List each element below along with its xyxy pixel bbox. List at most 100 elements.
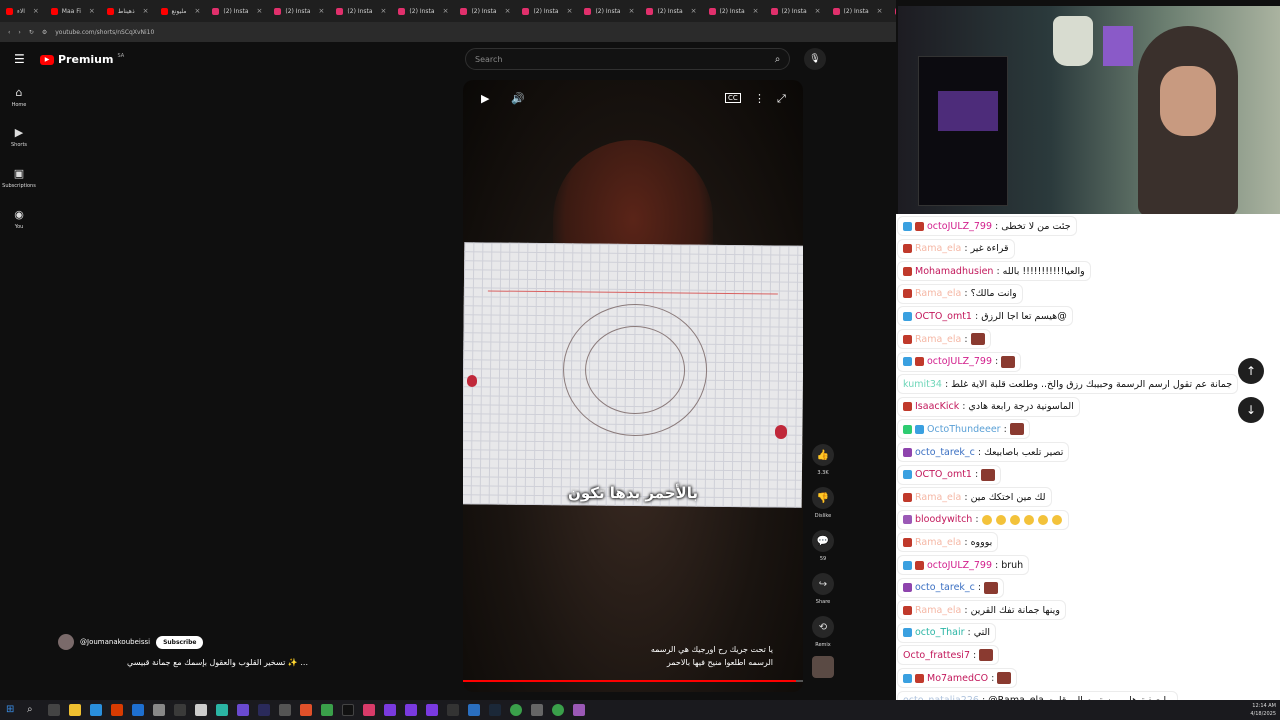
browser-tab[interactable]: Maa Fi × [45, 0, 101, 22]
app-icon[interactable] [468, 704, 480, 716]
chat-username[interactable]: IsaacKick [915, 401, 959, 412]
edge-icon[interactable] [90, 704, 102, 716]
chat-username[interactable]: octo_tarek_c [915, 447, 975, 458]
chat-username[interactable]: Rama_ela [915, 492, 961, 503]
taskbar-search-icon[interactable]: ⌕ [27, 704, 39, 716]
play-icon[interactable]: ▶ [481, 92, 489, 105]
search-input[interactable]: Search [465, 48, 790, 70]
nav-item-shorts[interactable]: ▶ Shorts [0, 126, 38, 148]
short-video-player[interactable]: بالأحمر بدها تكون ▶ 🔊 CC ⋮ ⤢ يا تحت جريك… [463, 80, 803, 692]
captions-icon[interactable]: CC [725, 93, 741, 103]
forward-icon[interactable]: › [18, 29, 20, 36]
chat-username[interactable]: octo_tarek_c [915, 582, 975, 593]
browser-tab[interactable]: (2) Insta× [516, 0, 578, 22]
url-text[interactable]: youtube.com/shorts/nSCqXvNi10 [55, 29, 154, 36]
back-icon[interactable]: ‹ [8, 29, 10, 36]
reload-icon[interactable]: ↻ [29, 29, 34, 36]
scroll-up-button[interactable]: ↑ [1238, 358, 1264, 384]
app-icon[interactable] [279, 704, 291, 716]
tab-close-icon[interactable]: × [257, 7, 263, 15]
chat-username[interactable]: Rama_ela [915, 243, 961, 254]
chat-username[interactable]: bloodywitch [915, 514, 972, 525]
tab-close-icon[interactable]: × [691, 7, 697, 15]
windows-start-icon[interactable]: ⊞ [6, 704, 18, 716]
tab-close-icon[interactable]: × [629, 7, 635, 15]
chat-username[interactable]: Rama_ela [915, 537, 961, 548]
app-icon[interactable] [531, 704, 543, 716]
remix-button[interactable]: ⟲ Remix [810, 616, 836, 648]
chat-username[interactable]: OCTO_omt1 [915, 311, 972, 322]
app-icon[interactable] [195, 704, 207, 716]
chat-username[interactable]: OCTO_omt1 [915, 469, 972, 480]
app-icon[interactable] [237, 704, 249, 716]
nav-item-subscriptions[interactable]: ▣ Subscriptions [0, 167, 38, 189]
office-icon[interactable] [111, 704, 123, 716]
app-icon[interactable] [216, 704, 228, 716]
app-icon[interactable] [405, 704, 417, 716]
tab-close-icon[interactable]: × [505, 7, 511, 15]
app-icon[interactable] [447, 704, 459, 716]
mic-icon[interactable]: 🎙 [804, 48, 826, 70]
app-icon[interactable] [153, 704, 165, 716]
chat-username[interactable]: Mohamadhusien [915, 266, 993, 277]
comments-button[interactable]: 💬 59 [810, 530, 836, 562]
app-icon[interactable] [300, 704, 312, 716]
volume-icon[interactable]: 🔊 [511, 92, 525, 105]
fullscreen-icon[interactable]: ⤢ [777, 92, 786, 106]
tiktok-icon[interactable] [342, 704, 354, 716]
chat-username[interactable]: octoJULZ_799 [927, 560, 992, 571]
browser-tab[interactable]: (2) Insta× [392, 0, 454, 22]
task-view-icon[interactable] [48, 704, 60, 716]
premiere-icon[interactable] [258, 704, 270, 716]
tab-close-icon[interactable]: × [753, 7, 759, 15]
file-explorer-icon[interactable] [69, 704, 81, 716]
like-button[interactable]: 👍 3.3K [810, 444, 836, 476]
app-icon[interactable] [384, 704, 396, 716]
browser-tab[interactable]: (2) Insta× [330, 0, 392, 22]
search-icon[interactable]: ⌕ [765, 48, 790, 70]
browser-tab[interactable]: مليونع × [155, 0, 207, 22]
app-icon[interactable] [174, 704, 186, 716]
channel-avatar[interactable] [58, 634, 74, 650]
steam-icon[interactable] [489, 704, 501, 716]
subscribe-button[interactable]: Subscribe [156, 635, 204, 649]
more-options-icon[interactable]: ⋮ [754, 92, 765, 105]
chat-username[interactable]: octoJULZ_799 [927, 356, 992, 367]
chat-username[interactable]: OctoThundeeer [927, 424, 1001, 435]
youtube-logo[interactable]: ▶ Premium SA [40, 53, 124, 66]
chrome-icon[interactable] [552, 704, 564, 716]
browser-tab[interactable]: (2) Insta× [889, 0, 896, 22]
twitch-icon[interactable] [573, 704, 585, 716]
channel-name[interactable]: @Joumanakoubeissi [80, 638, 150, 646]
chat-username[interactable]: Mo7amedCO [927, 673, 988, 684]
chat-username[interactable]: Rama_ela [915, 605, 961, 616]
browser-tab[interactable]: الاء × [0, 0, 45, 22]
tab-close-icon[interactable]: × [877, 7, 883, 15]
nav-item-home[interactable]: ⌂ Home [0, 86, 38, 108]
browser-tab[interactable]: (2) Insta× [765, 0, 827, 22]
app-icon[interactable] [426, 704, 438, 716]
app-icon[interactable] [321, 704, 333, 716]
nav-item-you[interactable]: ◉ You [0, 208, 38, 230]
browser-tab[interactable]: (2) Insta× [206, 0, 268, 22]
tab-close-icon[interactable]: × [443, 7, 449, 15]
menu-icon[interactable]: ☰ [14, 52, 25, 66]
chrome-icon[interactable] [510, 704, 522, 716]
site-info-icon[interactable]: ⚙ [42, 29, 47, 36]
chat-username[interactable]: Rama_ela [915, 288, 961, 299]
app-icon[interactable] [363, 704, 375, 716]
chat-username[interactable]: kumit34 [903, 379, 942, 390]
browser-tab[interactable]: ذهيناط × [101, 0, 155, 22]
tab-close-icon[interactable]: × [815, 7, 821, 15]
tab-close-icon[interactable]: × [143, 7, 149, 15]
sound-thumbnail[interactable] [812, 656, 834, 678]
browser-tab[interactable]: (2) Insta× [454, 0, 516, 22]
video-progress-bar[interactable] [463, 680, 803, 682]
share-button[interactable]: ↪ Share [810, 573, 836, 605]
tab-close-icon[interactable]: × [381, 7, 387, 15]
browser-tab[interactable]: (2) Insta× [578, 0, 640, 22]
short-description[interactable]: تسخير القلوب والعقول بإسمك مع جمانة قبيس… [58, 658, 308, 667]
chat-username[interactable]: Octo_frattesi7 [903, 650, 970, 661]
chat-username[interactable]: octoJULZ_799 [927, 221, 992, 232]
browser-tab[interactable]: (2) Insta× [703, 0, 765, 22]
